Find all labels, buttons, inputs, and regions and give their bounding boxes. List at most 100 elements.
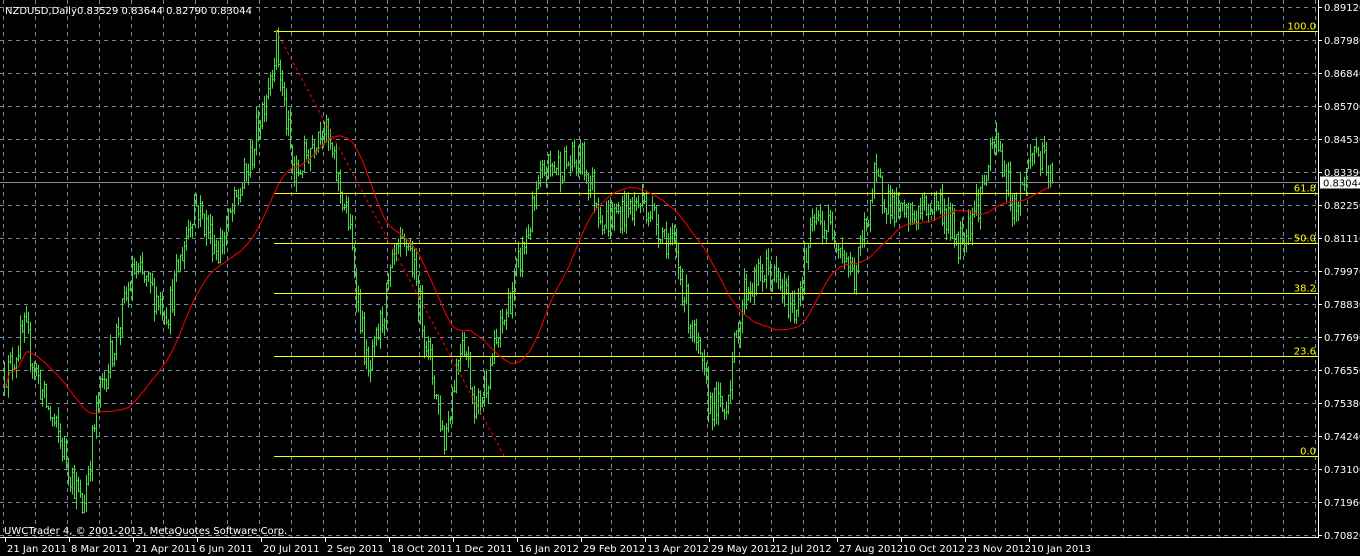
price-bar	[829, 209, 832, 225]
price-bar	[519, 247, 522, 277]
price-bar	[841, 237, 844, 264]
price-bar	[705, 362, 708, 384]
price-bar	[885, 208, 888, 225]
price-bar	[1049, 164, 1052, 188]
fibo-level-label: 50.0	[1294, 234, 1316, 245]
price-bar	[219, 227, 222, 264]
price-bar	[179, 254, 182, 273]
price-bar	[725, 401, 728, 420]
price-chart[interactable]: 100.0 61.8 50.0 38.2 23.6 0.0 0.89120 0.87980 0…	[0, 0, 1360, 556]
price-bar	[39, 369, 42, 400]
price-bar	[709, 392, 712, 415]
price-bar	[491, 353, 494, 367]
price-bar	[269, 72, 272, 96]
price-bar	[983, 174, 986, 186]
price-bar	[279, 59, 282, 92]
time-tick-label: 29 May 2012	[711, 544, 776, 555]
price-bar	[57, 407, 60, 443]
price-bar	[391, 249, 394, 269]
price-bar	[11, 347, 14, 381]
price-bar	[715, 381, 718, 425]
price-bar	[459, 343, 462, 372]
price-bar	[965, 229, 968, 253]
price-bar	[755, 264, 758, 296]
price-bar	[923, 192, 926, 211]
price-bar	[817, 210, 820, 222]
price-bar	[711, 392, 714, 431]
price-bar	[23, 312, 26, 343]
price-bar	[335, 143, 338, 182]
price-bar	[907, 202, 910, 232]
price-bar	[655, 205, 658, 236]
price-bar	[541, 159, 544, 179]
price-bar	[323, 121, 326, 145]
price-bar	[531, 191, 534, 233]
price-bar	[701, 352, 704, 372]
price-bar	[109, 334, 112, 379]
price-bar	[819, 204, 822, 226]
price-bar	[379, 309, 382, 349]
price-bar	[151, 272, 154, 287]
price-bar	[201, 200, 204, 220]
price-bar	[915, 210, 918, 231]
time-axis[interactable]: 21 Jan 2011 8 Mar 2011 21 Apr 2011 6 Jun 20…	[5, 537, 1091, 555]
price-bar	[779, 271, 782, 291]
price-bar	[45, 383, 48, 409]
price-bar	[197, 205, 200, 229]
price-bar	[895, 187, 898, 223]
price-bar	[781, 279, 784, 304]
price-bar	[465, 351, 468, 361]
price-bar	[147, 271, 150, 282]
price-bar	[135, 261, 138, 279]
price-bar	[327, 117, 330, 151]
price-bar	[765, 249, 768, 289]
price-bar	[723, 408, 726, 420]
price-bar	[591, 167, 594, 191]
price-tick-label: 0.76550	[1324, 366, 1360, 377]
price-bar	[1043, 135, 1046, 154]
price-bar	[171, 279, 174, 313]
price-bar	[957, 231, 960, 264]
price-bar	[959, 221, 962, 260]
price-bar	[713, 387, 716, 427]
price-bar	[1007, 162, 1010, 197]
price-bar	[473, 385, 476, 424]
price-bar	[115, 323, 118, 361]
fibo-level-label: 0.0	[1300, 447, 1316, 458]
price-bar	[37, 364, 40, 385]
price-bar	[421, 284, 424, 339]
price-bar	[373, 335, 376, 357]
price-bar	[137, 262, 140, 275]
price-tick-label: 0.84530	[1324, 135, 1360, 146]
time-tick-label: 23 Nov 2012	[967, 544, 1031, 555]
price-bar	[209, 213, 212, 245]
price-bar	[127, 282, 130, 308]
price-bar	[821, 211, 824, 245]
price-bar	[1047, 165, 1050, 189]
price-bar	[569, 155, 572, 177]
price-bar	[107, 363, 110, 390]
price-tick-label: 0.78830	[1324, 300, 1360, 311]
price-bar	[401, 228, 404, 239]
price-bar	[101, 373, 104, 388]
price-axis[interactable]: 0.891200.879800.868400.857000.845300.833…	[1318, 3, 1360, 542]
price-bar	[539, 160, 542, 188]
chart-ohlc-values: 0.83529 0.83644 0.82790 0.83044	[77, 6, 252, 17]
price-bar	[785, 278, 788, 295]
price-bar	[263, 95, 266, 123]
fibo-level-label: 61.8	[1294, 184, 1316, 195]
fibonacci-retracement[interactable]: 100.0 61.8 50.0 38.2 23.6 0.0	[274, 22, 1318, 458]
price-bar	[125, 286, 128, 302]
price-bar	[1029, 144, 1032, 170]
price-bar	[661, 227, 664, 244]
price-tick-label: 0.89120	[1324, 3, 1360, 14]
price-bar	[773, 264, 776, 282]
price-bar	[175, 253, 178, 283]
price-bar	[167, 319, 170, 329]
price-bar	[13, 364, 16, 370]
price-bar	[29, 321, 32, 372]
price-bar	[997, 132, 1000, 153]
price-bar	[493, 329, 496, 364]
price-bar	[735, 330, 738, 338]
price-bar	[319, 121, 322, 145]
